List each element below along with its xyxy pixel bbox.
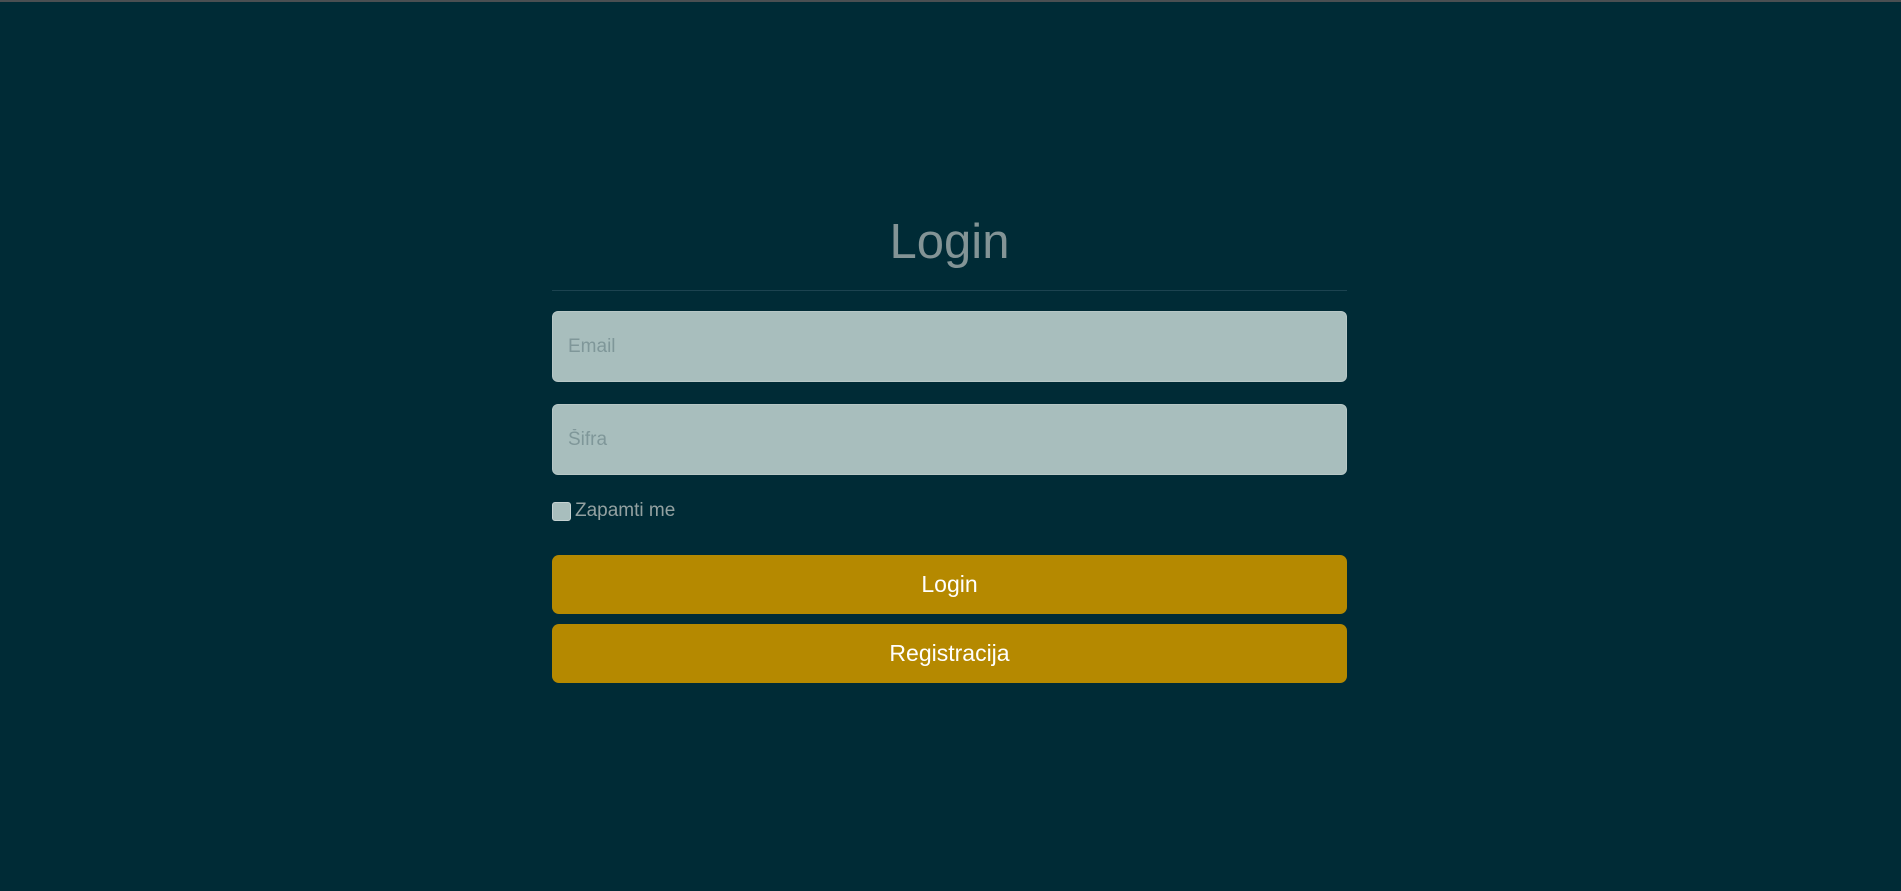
title-divider xyxy=(552,290,1347,291)
email-field[interactable] xyxy=(552,311,1347,382)
remember-me-row: Zapamti me xyxy=(552,500,1347,522)
window-top-border xyxy=(0,0,1901,2)
password-field[interactable] xyxy=(552,404,1347,475)
remember-me-label[interactable]: Zapamti me xyxy=(575,500,675,522)
register-button[interactable]: Registracija xyxy=(552,624,1347,683)
login-form: Zapamti me Login Registracija xyxy=(552,311,1347,683)
page-title: Login xyxy=(889,215,1010,269)
remember-me-checkbox[interactable] xyxy=(552,501,571,521)
login-panel: Login Zapamti me Login Registracija xyxy=(552,200,1347,683)
login-button[interactable]: Login xyxy=(552,555,1347,614)
